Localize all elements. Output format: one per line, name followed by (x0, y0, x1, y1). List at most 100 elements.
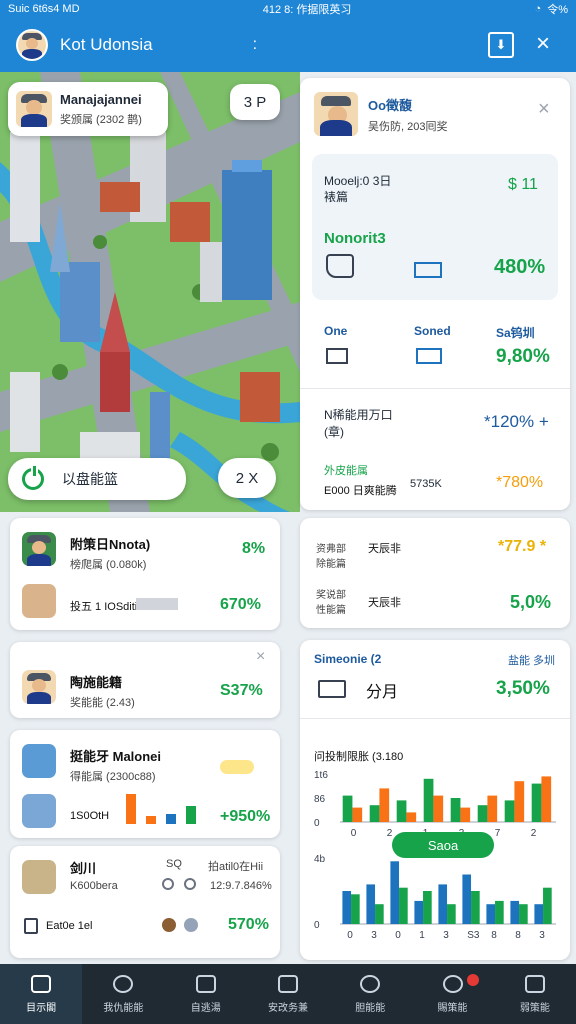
panel-subtitle: 吴伤防, 203囘奖 (368, 120, 448, 133)
bottom-chart-x-tick: 3 (371, 930, 377, 941)
bottom-chart-x-tick: 0 (395, 930, 401, 941)
color-swatch[interactable] (184, 918, 198, 932)
bottom-chart-x-tick: 8 (515, 930, 521, 941)
card-title: 附策日Nnota) (70, 537, 151, 552)
bottom-chart-y-tick: 4b (314, 854, 326, 865)
avatar[interactable] (16, 29, 48, 61)
card-line2: 投五 1 IOSditi (70, 601, 138, 613)
thumbs-up-icon[interactable] (326, 254, 354, 278)
stat-row: N稀能用万口 (章) *120% + (324, 406, 554, 446)
top-chart-bar (504, 800, 515, 822)
summary-label: Nonorit3 (324, 230, 386, 247)
clock-icon (113, 974, 134, 993)
shop-icon (22, 860, 56, 894)
column-label: SQ (166, 858, 182, 870)
nav-item-home[interactable]: 目示閣 (0, 964, 83, 1024)
mini-bar-chart (126, 792, 196, 824)
notification-badge (467, 974, 480, 986)
top-chart-bar (477, 805, 488, 822)
bottom-chart-bar (495, 900, 504, 924)
app-title: Kot Udonsia (60, 35, 153, 54)
card-value: S37% (220, 682, 263, 699)
list-card[interactable]: 附策日Nnota) 榜爬属 (0.080k) 8% 投五 1 IOSditi 6… (10, 518, 280, 630)
top-chart-bar (514, 781, 525, 822)
avatar (22, 532, 56, 566)
bottom-chart-bar (423, 891, 432, 924)
top-chart-bar (396, 800, 407, 822)
row-value: *77.9 * (498, 538, 547, 555)
bottom-chart-bar (351, 894, 360, 924)
chart-card-link[interactable]: 盐能 多圳 (508, 652, 555, 668)
nav-item-clock[interactable]: 我仇能能 (82, 964, 164, 1024)
stat-header-one: One (324, 324, 348, 338)
nav-label: 安改务兼 (267, 1002, 308, 1014)
top-chart-bar (433, 795, 444, 822)
bottom-chart-bar (534, 904, 544, 924)
top-chart-bar (450, 798, 461, 822)
city-map[interactable] (0, 72, 300, 512)
bottom-nav: 目示閣 我仇能能 自逃湯 安改务兼 胆能能 賜策能 弱策能 (0, 964, 576, 1024)
profile-name: Manajajannei (60, 91, 142, 107)
progress-bar (136, 598, 178, 610)
radio-button[interactable] (162, 878, 174, 890)
bottom-chart-bar (543, 887, 552, 924)
stat-header-three: Sa钨圳 (496, 326, 535, 340)
list-card[interactable]: 剑川 K600bera SQ 拍atil0在Hii 12:9.7.846% Ea… (10, 846, 280, 958)
bottom-chart-x-tick: 3 (443, 930, 449, 941)
card-icon (318, 680, 346, 698)
edit-icon[interactable]: ⬇ (488, 32, 514, 58)
list-card[interactable]: 挺能牙 Malonei 得能属 (2300c88) 1S0OtH +950% (10, 730, 280, 838)
nav-item-profile[interactable]: 弱策能 (494, 964, 576, 1024)
card-value2: 570% (228, 916, 269, 933)
card-value2: 670% (220, 596, 261, 613)
list-card[interactable]: 陶施能籍 奖能能 (2.43) S37% × (10, 642, 280, 718)
comparison-card[interactable]: 资弗部 除能篇 天辰非 *77.9 * 奖说部 性能篇 天辰非 5,0% (300, 518, 570, 628)
chart-action-button[interactable]: Saoa (392, 832, 494, 858)
bottom-chart-y-tick: 0 (314, 920, 320, 931)
more-menu-button[interactable]: : (253, 36, 257, 54)
top-chart-y-tick: 86 (314, 794, 326, 805)
list-icon[interactable] (326, 348, 348, 364)
map-badge[interactable]: 3 P (230, 84, 280, 120)
close-button[interactable]: × (536, 30, 550, 58)
card-icon[interactable] (414, 262, 442, 278)
map-profile-card[interactable]: Manajajannei 奖颁属 (2302 鹊) (8, 82, 168, 136)
nav-item-notifications[interactable]: 賜策能 (411, 964, 493, 1024)
bottom-chart-bar (399, 887, 408, 924)
bottom-chart-bar (447, 904, 456, 924)
top-chart-bar (352, 807, 363, 822)
wifi-icon: ◔ (534, 3, 542, 15)
top-chart-bar (541, 776, 552, 822)
summary-value1: $ 11 (508, 176, 538, 193)
chat-icon (277, 974, 298, 993)
bottom-chart-bar (510, 900, 520, 924)
house-icon (22, 584, 56, 618)
avatar (16, 91, 52, 127)
bottom-chart-bar (486, 904, 496, 924)
color-swatch[interactable] (162, 918, 176, 932)
top-chart-x-tick: 2 (531, 828, 537, 839)
nav-label: 我仇能能 (103, 1002, 144, 1014)
nav-item-chat[interactable]: 安改务兼 (247, 964, 329, 1024)
bottom-chart-bar (375, 904, 384, 924)
nav-item-settings[interactable]: 胆能能 (329, 964, 411, 1024)
map-count-button[interactable]: 2 X (218, 458, 276, 498)
top-chart-x-tick: 7 (495, 828, 501, 839)
row-label: 资弗部 除能篇 (316, 544, 346, 570)
status-right: ◔ 令% (534, 3, 568, 16)
map-action-button[interactable]: 以盘能篮 (8, 458, 186, 500)
top-chart-y-tick: 0 (314, 818, 320, 829)
stat-row: One Soned Sa钨圳 9,80% (324, 324, 554, 374)
nav-item-calendar[interactable]: 自逃湯 (165, 964, 247, 1024)
close-icon[interactable]: × (256, 648, 265, 666)
document-icon (24, 918, 38, 934)
top-chart-bar (460, 807, 471, 822)
map-illustration (0, 72, 300, 512)
close-icon[interactable]: × (538, 98, 550, 121)
row-value: 5,0% (510, 592, 552, 612)
panel-summary-card: Mooelj:0 3日 裱篇 $ 11 Nonorit3 480% (312, 154, 558, 300)
bottom-chart-x-tick: 3 (539, 930, 545, 941)
grid-icon[interactable] (416, 348, 442, 364)
radio-button[interactable] (184, 878, 196, 890)
toggle-switch[interactable] (220, 760, 254, 774)
